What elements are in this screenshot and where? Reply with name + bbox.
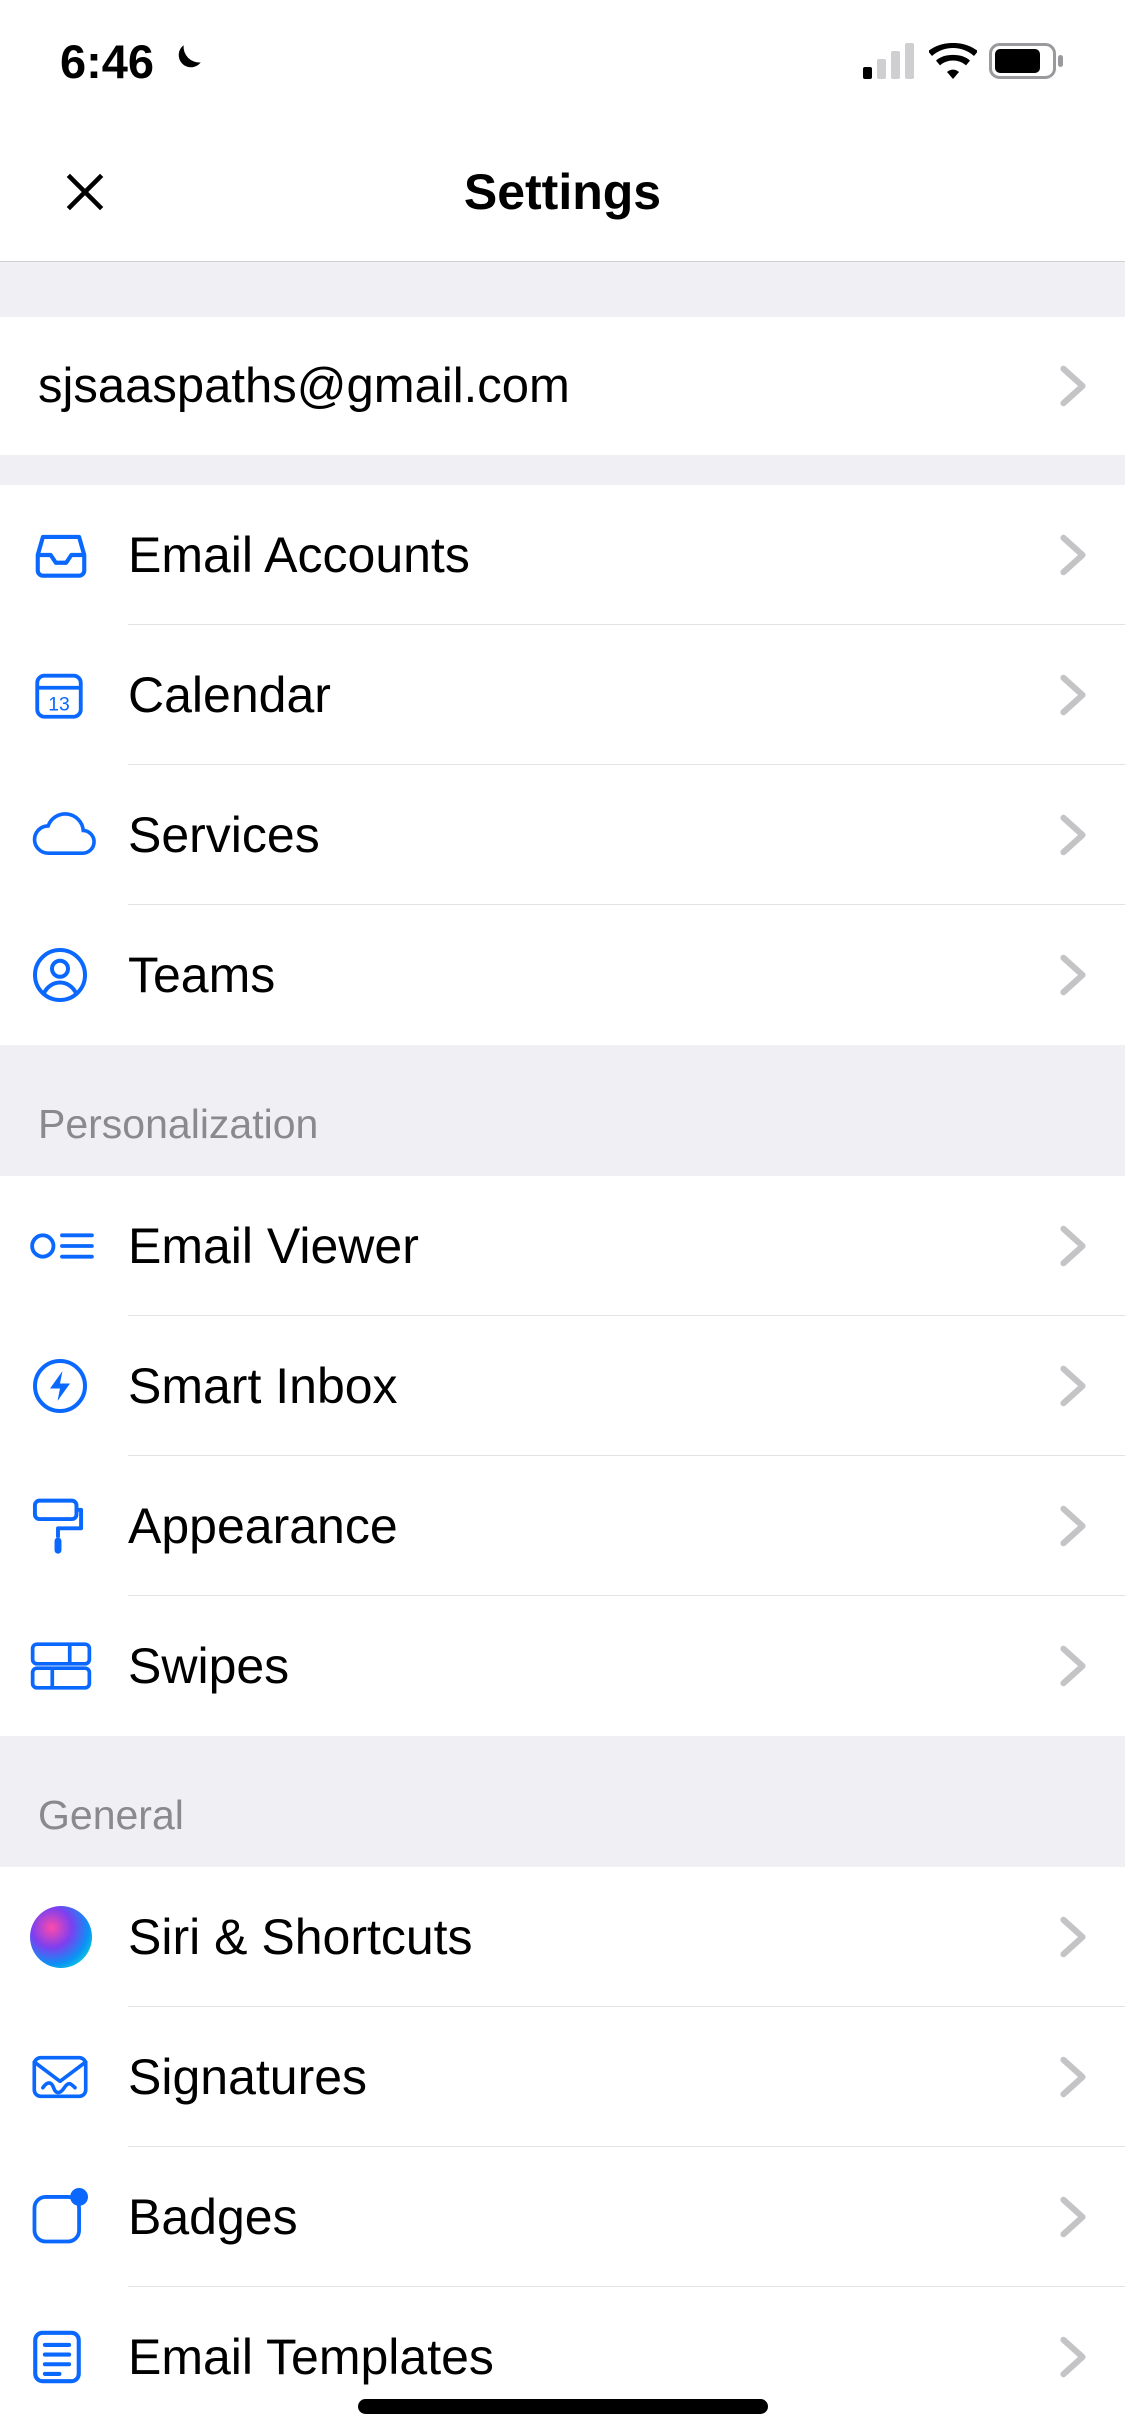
row-label: Calendar	[128, 666, 1059, 724]
calendar-icon: 13	[30, 666, 88, 724]
teams-row[interactable]: Teams	[0, 905, 1125, 1045]
chevron-right-icon	[1059, 954, 1087, 996]
chevron-right-icon	[1059, 674, 1087, 716]
chevron-right-icon	[1059, 534, 1087, 576]
account-email: sjsaaspaths@gmail.com	[38, 358, 1059, 414]
swipes-icon	[30, 1642, 92, 1690]
inbox-icon	[30, 524, 92, 586]
close-icon	[60, 167, 110, 217]
row-label: Email Viewer	[128, 1217, 1059, 1275]
email-accounts-row[interactable]: Email Accounts	[0, 485, 1125, 625]
status-time: 6:46	[60, 34, 154, 89]
account-row[interactable]: sjsaaspaths@gmail.com	[0, 317, 1125, 455]
general-header: General	[0, 1736, 1125, 1867]
general-section: Siri & Shortcuts Signatures Badges	[0, 1867, 1125, 2427]
spacer	[0, 455, 1125, 485]
row-label: Services	[128, 806, 1059, 864]
chevron-right-icon	[1059, 365, 1087, 407]
row-label: Swipes	[128, 1637, 1059, 1695]
svg-text:13: 13	[48, 695, 70, 716]
row-label: Siri & Shortcuts	[128, 1908, 1059, 1966]
cloud-icon	[30, 811, 98, 859]
chevron-right-icon	[1059, 814, 1087, 856]
appearance-row[interactable]: Appearance	[0, 1456, 1125, 1596]
main-section: Email Accounts 13 Calendar Services	[0, 485, 1125, 1045]
home-indicator[interactable]	[358, 2399, 768, 2414]
row-label: Appearance	[128, 1497, 1059, 1555]
row-label: Smart Inbox	[128, 1357, 1059, 1415]
chevron-right-icon	[1059, 2056, 1087, 2098]
services-row[interactable]: Services	[0, 765, 1125, 905]
viewer-icon	[30, 1226, 94, 1266]
siri-shortcuts-row[interactable]: Siri & Shortcuts	[0, 1867, 1125, 2007]
person-circle-icon	[30, 945, 90, 1005]
signatures-row[interactable]: Signatures	[0, 2007, 1125, 2147]
badges-row[interactable]: Badges	[0, 2147, 1125, 2287]
nav-bar: Settings	[0, 122, 1125, 262]
cellular-signal-icon	[863, 43, 917, 79]
email-viewer-row[interactable]: Email Viewer	[0, 1176, 1125, 1316]
battery-icon	[989, 43, 1065, 79]
status-right	[863, 43, 1065, 79]
template-icon	[30, 2328, 84, 2386]
personalization-section: Email Viewer Smart Inbox Appearance	[0, 1176, 1125, 1736]
row-label: Signatures	[128, 2048, 1059, 2106]
status-bar: 6:46	[0, 0, 1125, 122]
status-left: 6:46	[60, 34, 206, 89]
spacer	[0, 262, 1125, 317]
paint-roller-icon	[30, 1496, 86, 1556]
chevron-right-icon	[1059, 1225, 1087, 1267]
signature-icon	[30, 2053, 90, 2101]
chevron-right-icon	[1059, 1916, 1087, 1958]
chevron-right-icon	[1059, 1645, 1087, 1687]
personalization-header: Personalization	[0, 1045, 1125, 1176]
smart-inbox-row[interactable]: Smart Inbox	[0, 1316, 1125, 1456]
do-not-disturb-icon	[164, 40, 206, 82]
row-label: Teams	[128, 946, 1059, 1004]
calendar-row[interactable]: 13 Calendar	[0, 625, 1125, 765]
chevron-right-icon	[1059, 1505, 1087, 1547]
row-label: Badges	[128, 2188, 1059, 2246]
row-label: Email Accounts	[128, 526, 1059, 584]
close-button[interactable]	[50, 157, 120, 227]
row-label: Email Templates	[128, 2328, 1059, 2386]
swipes-row[interactable]: Swipes	[0, 1596, 1125, 1736]
badge-icon	[30, 2188, 88, 2246]
chevron-right-icon	[1059, 2336, 1087, 2378]
siri-icon	[30, 1906, 92, 1968]
chevron-right-icon	[1059, 2196, 1087, 2238]
bolt-circle-icon	[30, 1356, 90, 1416]
chevron-right-icon	[1059, 1365, 1087, 1407]
wifi-icon	[929, 43, 977, 79]
page-title: Settings	[0, 163, 1125, 221]
content-area: sjsaaspaths@gmail.com Email Accounts 13	[0, 262, 1125, 2427]
